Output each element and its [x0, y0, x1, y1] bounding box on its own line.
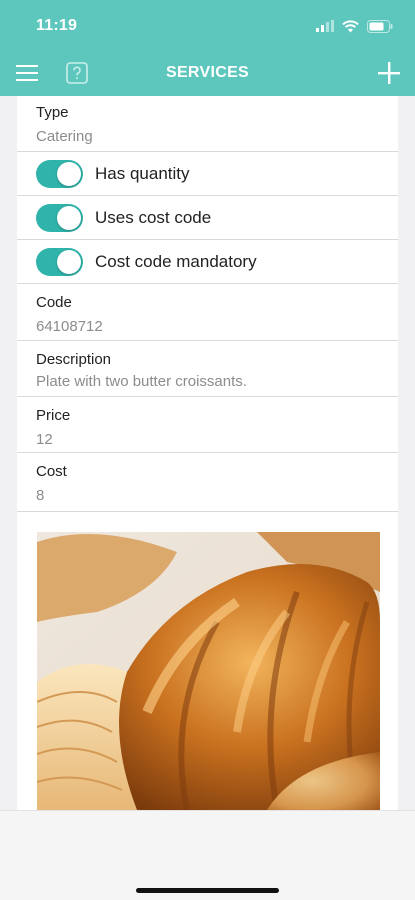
uses-cost-code-toggle[interactable]: [36, 204, 83, 232]
cost-value: 8: [36, 487, 45, 504]
status-icons: [316, 18, 393, 34]
cost-field[interactable]: Cost 8: [17, 453, 398, 512]
toggle-knob: [57, 250, 81, 274]
status-time: 11:19: [36, 17, 78, 34]
description-value: Plate with two butter croissants.: [36, 373, 247, 390]
battery-icon: [367, 19, 393, 33]
uses-cost-code-row: Uses cost code: [17, 196, 398, 240]
wifi-icon: [342, 19, 359, 32]
home-indicator[interactable]: [136, 888, 279, 893]
code-label: Code: [36, 294, 72, 311]
cost-label: Cost: [36, 463, 67, 480]
price-field[interactable]: Price 12: [17, 397, 398, 453]
navigation-bar: SERVICES: [0, 50, 415, 96]
price-value: 12: [36, 431, 53, 448]
bottom-toolbar: [0, 810, 415, 900]
add-button[interactable]: [377, 61, 401, 85]
cost-code-mandatory-toggle[interactable]: [36, 248, 83, 276]
price-label: Price: [36, 407, 71, 424]
has-quantity-toggle[interactable]: [36, 160, 83, 188]
signal-icon: [316, 20, 334, 32]
cost-code-mandatory-label: Cost code mandatory: [95, 252, 257, 271]
has-quantity-row: Has quantity: [17, 152, 398, 196]
service-photo[interactable]: [37, 532, 380, 810]
type-field[interactable]: Type Catering: [17, 96, 398, 152]
cost-code-mandatory-row: Cost code mandatory: [17, 240, 398, 284]
toggle-knob: [57, 206, 81, 230]
croissant-image: [37, 532, 380, 810]
description-label: Description: [36, 351, 112, 368]
uses-cost-code-label: Uses cost code: [95, 208, 212, 227]
code-value: 64108712: [36, 318, 103, 335]
service-detail-card: Type Catering Has quantity Uses cost cod…: [17, 96, 398, 810]
status-bar: 11:19: [0, 0, 415, 50]
toggle-knob: [57, 162, 81, 186]
description-field[interactable]: Description Plate with two butter croiss…: [17, 341, 398, 397]
plus-icon: [378, 62, 400, 84]
page-title: SERVICES: [165, 64, 250, 81]
type-label: Type: [36, 104, 69, 121]
has-quantity-label: Has quantity: [95, 164, 190, 183]
code-field[interactable]: Code 64108712: [17, 284, 398, 341]
type-value: Catering: [36, 128, 93, 145]
